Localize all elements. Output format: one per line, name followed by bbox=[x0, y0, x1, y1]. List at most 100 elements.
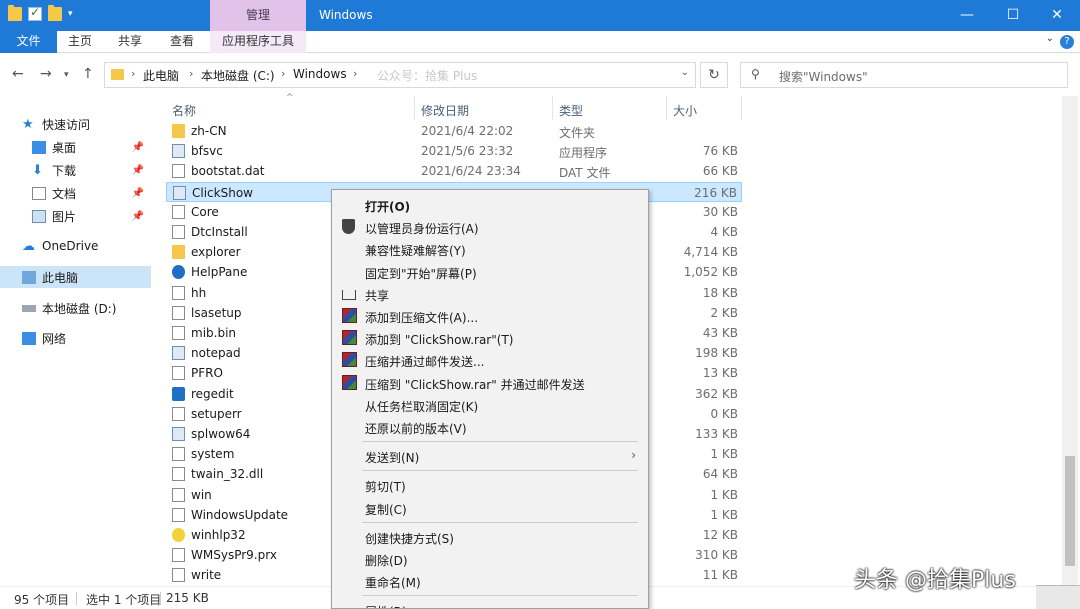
file-row[interactable]: bfsvc 2021/5/6 23:32 应用程序 76 KB bbox=[166, 141, 742, 161]
vertical-scrollbar[interactable] bbox=[1062, 96, 1078, 586]
scrollbar-thumb[interactable] bbox=[1065, 456, 1075, 566]
context-menu-item[interactable]: 发送到(N) › bbox=[332, 445, 648, 467]
column-divider[interactable] bbox=[552, 96, 553, 120]
context-menu-label: 添加到 "ClickShow.rar"(T) bbox=[365, 333, 514, 348]
file-size: 310 KB bbox=[695, 548, 738, 563]
file-name: winhlp32 bbox=[191, 528, 246, 542]
file-name: bfsvc bbox=[191, 144, 223, 159]
maximize-button[interactable]: ☐ bbox=[990, 0, 1036, 31]
chevron-right-icon[interactable]: › bbox=[353, 67, 357, 80]
close-button[interactable]: ✕ bbox=[1034, 0, 1080, 31]
sidebar-item-quick-access[interactable]: ★ 快速访问 bbox=[22, 113, 90, 135]
context-menu-item[interactable]: 兼容性疑难解答(Y) bbox=[332, 238, 648, 260]
context-menu-item[interactable]: 压缩到 "ClickShow.rar" 并通过邮件发送 bbox=[332, 372, 648, 394]
column-header-name[interactable]: 名称 bbox=[172, 102, 196, 119]
file-size: 30 KB bbox=[702, 204, 738, 219]
new-folder-icon[interactable] bbox=[48, 5, 62, 21]
context-menu-item[interactable]: 复制(C) bbox=[332, 497, 648, 519]
context-menu-label: 创建快捷方式(S) bbox=[365, 531, 454, 546]
document-icon bbox=[32, 186, 46, 200]
expand-ribbon-icon[interactable]: ⌄ bbox=[1046, 33, 1054, 44]
sidebar-item-downloads[interactable]: ⬇ 下载 📌 bbox=[32, 159, 162, 181]
file-icon bbox=[172, 548, 185, 563]
tab-share[interactable]: 共享 bbox=[118, 31, 142, 53]
context-menu-item[interactable]: 重命名(M) bbox=[332, 570, 648, 592]
folder-icon[interactable] bbox=[8, 5, 22, 21]
pin-icon[interactable]: 📌 bbox=[132, 142, 144, 153]
column-divider[interactable] bbox=[666, 96, 667, 120]
forward-icon[interactable]: → bbox=[40, 66, 52, 82]
file-row[interactable]: zh-CN 2021/6/4 22:02 文件夹 bbox=[166, 121, 742, 141]
recent-locations-icon[interactable]: ▾ bbox=[64, 70, 69, 80]
file-name: splwow64 bbox=[191, 427, 251, 441]
help-icon[interactable]: ? bbox=[1060, 35, 1074, 49]
tab-file[interactable]: 文件 bbox=[0, 31, 57, 53]
context-menu-label: 兼容性疑难解答(Y) bbox=[365, 244, 466, 259]
context-menu-item[interactable]: 删除(D) bbox=[332, 548, 648, 570]
context-menu-item[interactable]: 固定到"开始"屏幕(P) bbox=[332, 261, 648, 283]
context-menu-item[interactable]: 还原以前的版本(V) bbox=[332, 416, 648, 438]
file-size: 4,714 KB bbox=[683, 245, 738, 260]
file-size: 2 KB bbox=[710, 305, 738, 320]
context-menu-item[interactable]: 属性(R) bbox=[332, 599, 648, 608]
context-menu-item[interactable]: 创建快捷方式(S) bbox=[332, 526, 648, 548]
search-input[interactable]: ⚲ 搜索"Windows" bbox=[740, 62, 1068, 88]
minimize-button[interactable]: — bbox=[944, 0, 990, 31]
properties-icon[interactable] bbox=[28, 5, 42, 21]
sidebar-item-onedrive[interactable]: ☁ OneDrive bbox=[22, 235, 98, 257]
tab-home[interactable]: 主页 bbox=[68, 31, 92, 53]
pin-icon[interactable]: 📌 bbox=[132, 165, 144, 176]
drive-icon bbox=[22, 304, 36, 312]
context-menu-item[interactable]: 压缩并通过邮件发送... bbox=[332, 349, 648, 371]
context-menu-item[interactable]: 剪切(T) bbox=[332, 474, 648, 496]
context-menu-item[interactable]: 打开(O) bbox=[332, 194, 648, 216]
column-divider[interactable] bbox=[741, 96, 742, 120]
back-icon[interactable]: ← bbox=[12, 66, 24, 82]
chevron-right-icon[interactable]: › bbox=[189, 67, 193, 80]
sidebar-item-pictures[interactable]: 图片 📌 bbox=[32, 205, 162, 227]
context-menu-item[interactable]: 添加到压缩文件(A)... bbox=[332, 305, 648, 327]
sidebar-item-this-pc[interactable]: 此电脑 bbox=[0, 266, 151, 288]
sidebar-item-label: 此电脑 bbox=[42, 270, 79, 285]
sidebar-item-documents[interactable]: 文档 📌 bbox=[32, 182, 162, 204]
computer-icon bbox=[22, 270, 36, 284]
registry-icon bbox=[172, 386, 185, 401]
pin-icon[interactable]: 📌 bbox=[132, 211, 144, 222]
context-menu-item[interactable]: 从任务栏取消固定(K) bbox=[332, 394, 648, 416]
tab-view[interactable]: 查看 bbox=[170, 31, 194, 53]
file-size: 198 KB bbox=[695, 346, 738, 361]
file-icon bbox=[172, 487, 185, 502]
breadcrumb-local-disk-c[interactable]: 本地磁盘 (C:) bbox=[201, 67, 275, 84]
context-menu-item[interactable]: 共享 bbox=[332, 283, 648, 305]
breadcrumb-windows[interactable]: Windows bbox=[293, 67, 347, 81]
breadcrumb-this-pc[interactable]: 此电脑 bbox=[143, 67, 179, 84]
file-row[interactable]: bootstat.dat 2021/6/24 23:34 DAT 文件 66 KB bbox=[166, 161, 742, 181]
sidebar-item-label: 桌面 bbox=[52, 140, 77, 155]
address-bar[interactable]: › 此电脑 › 本地磁盘 (C:) › Windows › 公众号：拾集 Plu… bbox=[104, 62, 696, 88]
pin-icon[interactable]: 📌 bbox=[132, 188, 144, 199]
file-date: 2021/6/24 23:34 bbox=[421, 164, 521, 179]
column-header-type[interactable]: 类型 bbox=[559, 102, 583, 119]
context-menu-item[interactable]: 添加到 "ClickShow.rar"(T) bbox=[332, 327, 648, 349]
chevron-right-icon[interactable]: › bbox=[281, 67, 285, 80]
sidebar-item-local-disk-d[interactable]: 本地磁盘 (D:) bbox=[22, 297, 116, 319]
view-toggle[interactable] bbox=[1036, 585, 1080, 609]
column-header-size[interactable]: 大小 bbox=[673, 102, 697, 119]
network-icon bbox=[22, 331, 36, 345]
up-icon[interactable]: ↑ bbox=[82, 66, 94, 82]
chevron-right-icon[interactable]: › bbox=[131, 67, 135, 80]
file-name: zh-CN bbox=[191, 124, 227, 138]
chevron-down-icon[interactable]: ⌄ bbox=[681, 67, 689, 78]
refresh-button[interactable]: ↻ bbox=[700, 62, 728, 88]
context-menu-label: 发送到(N) bbox=[365, 451, 420, 466]
sidebar-item-desktop[interactable]: 桌面 📌 bbox=[32, 136, 162, 158]
file-type: 应用程序 bbox=[559, 146, 608, 161]
context-menu-item[interactable]: 以管理员身份运行(A) bbox=[332, 216, 648, 238]
column-header-date[interactable]: 修改日期 bbox=[421, 102, 469, 119]
sidebar-item-network[interactable]: 网络 bbox=[22, 327, 66, 349]
file-icon bbox=[172, 225, 185, 239]
tab-app-tools[interactable]: 应用程序工具 bbox=[210, 31, 306, 53]
customize-toolbar-icon[interactable]: ▾ bbox=[68, 9, 73, 21]
file-name: WMSysPr9.prx bbox=[191, 548, 277, 563]
column-divider[interactable] bbox=[414, 96, 415, 120]
